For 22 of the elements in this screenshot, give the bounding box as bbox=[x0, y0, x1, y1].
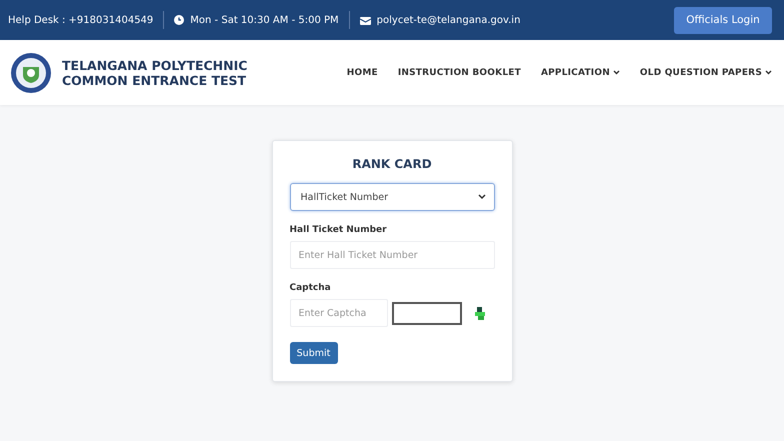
search-type-dropdown[interactable]: HallTicket Number bbox=[290, 183, 494, 211]
officials-login-button[interactable]: Officials Login bbox=[674, 6, 772, 34]
chevron-icon bbox=[765, 70, 772, 75]
envelope-icon bbox=[360, 15, 371, 25]
site-title: TELANGANA POLYTECHNIC bbox=[62, 58, 248, 72]
field-label: Captcha bbox=[290, 283, 332, 293]
helpdesk-text: Help Desk : +918031404549 bbox=[8, 14, 154, 26]
nav-link[interactable]: HOME bbox=[346, 68, 378, 78]
office-hours: Mon - Sat 10:30 AM - 5:00 PM bbox=[190, 14, 339, 26]
clock-icon bbox=[174, 15, 184, 25]
logo-emblem bbox=[10, 52, 52, 94]
nav-menu[interactable]: APPLICATION bbox=[540, 68, 620, 78]
site-title: COMMON ENTRANCE TEST bbox=[62, 72, 248, 88]
card-title: RANK CARD bbox=[351, 157, 433, 171]
nav-menu[interactable]: OLD QUESTION PAPERS bbox=[640, 68, 772, 78]
chevron-icon bbox=[612, 70, 620, 75]
email-link[interactable]: polycet-te@telangana.gov.in bbox=[376, 14, 520, 26]
chevron-icon bbox=[478, 194, 486, 200]
field-label: Hall Ticket Number bbox=[290, 225, 388, 235]
submit-button[interactable]: Submit bbox=[290, 342, 338, 364]
nav-link[interactable]: INSTRUCTION BOOKLET bbox=[398, 68, 521, 78]
captcha-image bbox=[392, 302, 462, 324]
